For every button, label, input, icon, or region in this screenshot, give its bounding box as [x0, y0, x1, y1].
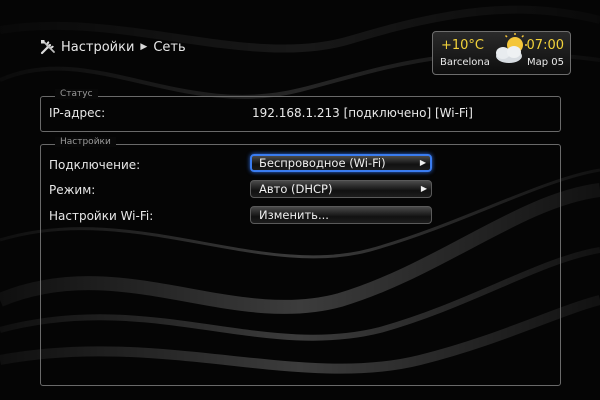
connection-select[interactable]: Беспроводное (Wi-Fi) ▶ — [250, 154, 432, 172]
partly-cloudy-icon — [496, 33, 527, 63]
wifi-settings-label: Настройки Wi-Fi: — [49, 209, 154, 223]
settings-panel: Настройки Подключение: Беспроводное (Wi-… — [40, 137, 561, 386]
settings-legend: Настройки — [55, 137, 116, 147]
clock-date: Мар 05 — [526, 57, 564, 68]
status-legend: Статус — [55, 89, 98, 99]
city-name: Barcelona — [440, 57, 490, 68]
ip-address-value: 192.168.1.213 [подключено] [Wi-Fi] — [252, 106, 473, 120]
breadcrumb-root[interactable]: Настройки — [61, 40, 134, 55]
breadcrumb: Настройки ▶ Сеть — [40, 37, 186, 57]
clock-time: 07:00 — [526, 38, 564, 53]
wifi-settings-change-button[interactable]: Изменить... — [250, 206, 432, 224]
temperature: +10°C — [441, 38, 485, 53]
status-panel: Статус IP-адрес: 192.168.1.213 [подключе… — [40, 89, 561, 132]
mode-value: Авто (DHCP) — [259, 182, 333, 196]
mode-select[interactable]: Авто (DHCP) ▶ — [250, 180, 432, 198]
breadcrumb-separator-icon: ▶ — [140, 42, 148, 52]
arrow-right-icon: ▶ — [420, 184, 427, 193]
ip-address-label: IP-адрес: — [49, 106, 106, 120]
connection-label: Подключение: — [49, 158, 141, 172]
arrow-right-icon: ▶ — [419, 158, 426, 167]
tools-icon — [40, 40, 55, 55]
mode-label: Режим: — [49, 183, 96, 197]
breadcrumb-current: Сеть — [153, 39, 186, 55]
weather-clock-widget: +10°C Barcelona 07:00 Мар 05 — [432, 31, 571, 75]
connection-value: Беспроводное (Wi-Fi) — [259, 156, 386, 170]
wifi-settings-change-label: Изменить... — [259, 208, 329, 222]
